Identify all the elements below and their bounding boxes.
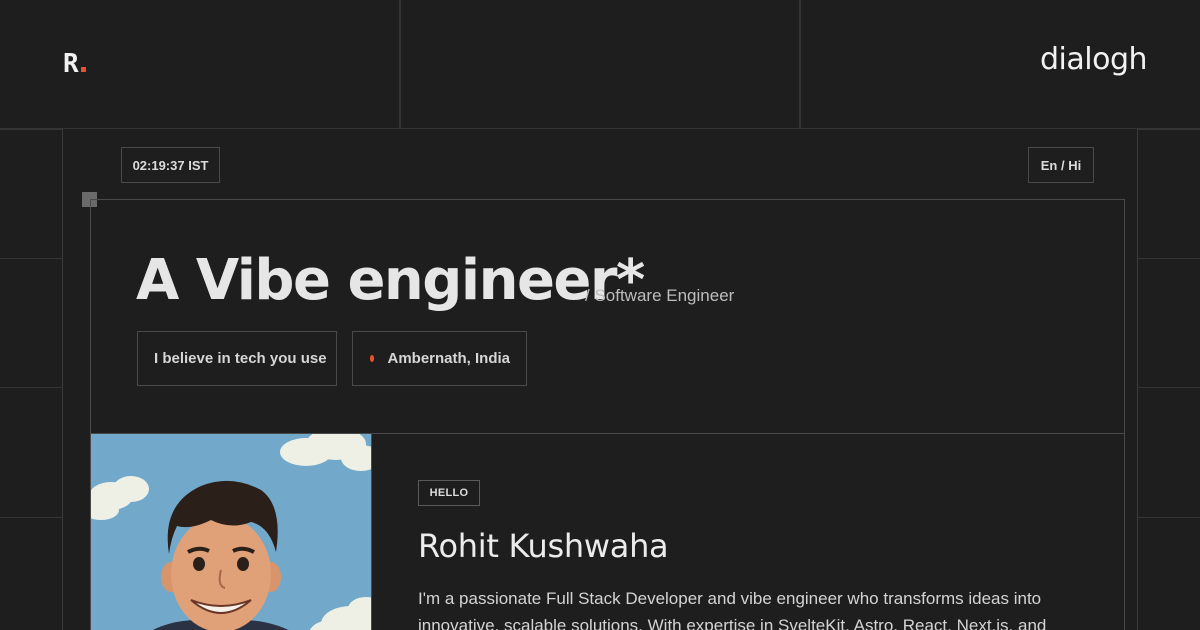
location-label: Ambernath, India <box>387 350 510 367</box>
belief-tag: I believe in tech you use <box>137 331 337 386</box>
site-header: R dialogh <box>0 0 1200 129</box>
hello-badge: HELLO <box>418 480 480 506</box>
language-toggle[interactable]: En / Hi <box>1028 147 1094 183</box>
location-tag: Ambernath, India <box>352 331 527 386</box>
clock-badge: 02:19:37 IST <box>121 147 220 183</box>
hero-subtitle: / Software Engineer <box>585 286 735 305</box>
site-logo[interactable]: R <box>63 49 86 79</box>
hero-headline: A Vibe engineer* <box>136 248 645 313</box>
hero-card: A Vibe engineer* / Software Engineer I b… <box>90 199 1125 630</box>
profile-avatar <box>91 434 372 630</box>
logo-letter: R <box>63 49 79 79</box>
location-dot-icon <box>370 355 375 362</box>
profile-bio: I'm a passionate Full Stack Developer an… <box>418 589 1047 630</box>
logo-dot-icon <box>80 67 86 72</box>
main-panel: 02:19:37 IST En / Hi A Vibe engineer* / … <box>62 129 1138 630</box>
brand-link[interactable]: dialogh <box>1040 42 1148 77</box>
belief-tag-label: I believe in tech you use <box>154 350 327 367</box>
profile-name: Rohit Kushwaha <box>418 527 669 565</box>
